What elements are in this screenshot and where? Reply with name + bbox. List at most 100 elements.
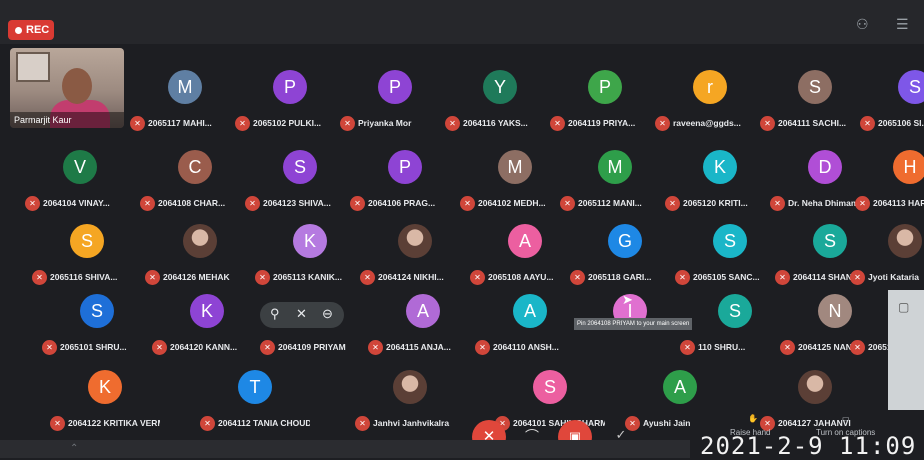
participant-avatar: K (703, 150, 737, 184)
participant-tile[interactable]: G ✕ 2065118 GARI... (570, 224, 682, 290)
participant-tile[interactable]: P ✕ 2064106 PRAG... (350, 150, 462, 216)
participant-avatar: P (273, 70, 307, 104)
participant-tile[interactable]: ✕ Janhvi Janhvikalra (355, 370, 467, 436)
window-icon[interactable]: ▢ (898, 300, 909, 314)
participant-avatar: H (893, 150, 924, 184)
participant-name: 2065117 MAHI... (148, 118, 212, 128)
participant-avatar: C (178, 150, 212, 184)
participant-tile[interactable]: ✕ Jyoti Kataria (850, 224, 924, 290)
participant-tile[interactable]: C ✕ 2064108 CHAR... (140, 150, 252, 216)
participant-tile[interactable]: A ✕ Ayushi Jain (625, 370, 737, 436)
participant-name: 2064112 TANIA CHOUDHA... (218, 418, 310, 428)
participant-tile[interactable]: S ✕ 2064111 SACHI... (760, 70, 872, 136)
participant-tile[interactable]: K ✕ 2065120 KRITI... (665, 150, 777, 216)
participant-tile[interactable]: V ✕ 2064104 VINAY... (25, 150, 137, 216)
muted-mic-icon: ✕ (760, 116, 775, 131)
participant-tile[interactable]: T ✕2064112 TANIA CHOUDHA... (200, 370, 312, 436)
participant-tile[interactable]: Y ✕ 2064116 YAKS... (445, 70, 557, 136)
participant-tile[interactable]: ✕ 2064126 MEHAK (145, 224, 257, 290)
participant-avatar: Y (483, 70, 517, 104)
participant-avatar: M (168, 70, 202, 104)
muted-mic-icon: ✕ (235, 116, 250, 131)
participant-tile[interactable]: K ✕ 2065113 KANIK... (255, 224, 367, 290)
mic-off-icon[interactable]: ✕ (296, 306, 307, 322)
participant-avatar: K (88, 370, 122, 404)
meeting-details-icon[interactable]: ⌃ (70, 443, 78, 454)
participant-name: 2064113 HAR... (873, 198, 924, 208)
muted-mic-icon: ✕ (860, 116, 875, 131)
muted-mic-icon: ✕ (475, 340, 490, 355)
participant-tile[interactable]: S ✕ 2065101 SHRU... (42, 294, 154, 360)
participant-tile[interactable]: S ✕ 2065105 SANC... (675, 224, 787, 290)
muted-mic-icon: ✕ (550, 116, 565, 131)
muted-mic-icon: ✕ (25, 196, 40, 211)
self-view: Parmarjit Kaur (10, 48, 124, 128)
participant-name: 2065113 KANIK... (273, 272, 342, 282)
muted-mic-icon: ✕ (50, 416, 65, 431)
participant-tile[interactable]: A ✕ 2065108 AAYU... (470, 224, 582, 290)
people-icon[interactable]: ⚇ (856, 16, 869, 33)
participant-tile[interactable]: S ✕ 110 SHRU... (680, 294, 792, 360)
participant-tile[interactable]: A ✕ 2064110 ANSH... (475, 294, 587, 360)
muted-mic-icon: ✕ (680, 340, 695, 355)
participant-name: 2064102 MEDH... (478, 198, 546, 208)
side-panel: ▢ (888, 290, 924, 410)
muted-mic-icon: ✕ (255, 270, 270, 285)
participant-tile[interactable]: ✕ 2064124 NIKHI... (360, 224, 472, 290)
muted-mic-icon: ✕ (560, 196, 575, 211)
participant-tile[interactable]: A ✕ 2064115 ANJA... (368, 294, 480, 360)
participant-name: Priyanka Mor (358, 118, 412, 128)
participant-name: 2064124 NIKHI... (378, 272, 444, 282)
participant-tile[interactable]: K ✕ 2064120 KANN... (152, 294, 264, 360)
self-head (62, 68, 92, 104)
participant-name: 2065108 AAYU... (488, 272, 554, 282)
pin-controls: ⚲ ✕ ⊖ (260, 302, 344, 328)
participant-avatar: S (718, 294, 752, 328)
muted-mic-icon: ✕ (200, 416, 215, 431)
participant-avatar: K (293, 224, 327, 258)
participant-name: 2064120 KANN... (170, 342, 238, 352)
participant-avatar: M (598, 150, 632, 184)
participant-tile[interactable]: r ✕ raveena@ggds... (655, 70, 767, 136)
participant-tile[interactable]: ✕ 2064127 JAHANVI (760, 370, 872, 436)
chat-icon[interactable]: ☰ (896, 16, 909, 33)
participant-photo (398, 224, 432, 258)
remove-icon[interactable]: ⊖ (322, 306, 333, 322)
muted-mic-icon: ✕ (360, 270, 375, 285)
participant-tile[interactable]: S ✕ 2065116 SHIVA... (32, 224, 144, 290)
participant-tile[interactable]: P ✕ 2064119 PRIYA... (550, 70, 662, 136)
muted-mic-icon: ✕ (140, 196, 155, 211)
participant-name: 2065102 PULKI... (253, 118, 322, 128)
participant-name: 2064111 SACHI... (778, 118, 847, 128)
participant-tile[interactable]: P ✕ 2065102 PULKI... (235, 70, 347, 136)
participant-tile[interactable]: S ✕ 2064123 SHIVA... (245, 150, 357, 216)
muted-mic-icon: ✕ (32, 270, 47, 285)
pin-icon[interactable]: ⚲ (270, 306, 280, 322)
participant-tile[interactable]: M ✕ 2064102 MEDH... (460, 150, 572, 216)
participant-name: Janhvi Janhvikalra (373, 418, 450, 428)
participant-name: 2064104 VINAY... (43, 198, 110, 208)
participant-tile[interactable]: K ✕2064122 KRITIKA VERMA (50, 370, 162, 436)
participant-name: 2065101 SHRU... (60, 342, 127, 352)
participant-avatar: r (693, 70, 727, 104)
participant-tile[interactable]: S ✕ 2065106 SI... (860, 70, 924, 136)
participant-tile[interactable]: H ✕2064113 HAR... (855, 150, 924, 216)
participant-avatar: M (498, 150, 532, 184)
participant-name: 2064123 SHIVA... (263, 198, 331, 208)
participant-tile[interactable]: M ✕ 2065117 MAHI... (130, 70, 242, 136)
participant-name: 2064127 JAHANVI (778, 418, 851, 428)
muted-mic-icon: ✕ (675, 270, 690, 285)
participant-avatar: D (808, 150, 842, 184)
participant-tile[interactable]: S ✕ 2064101 SAHIL SHARMA (495, 370, 607, 436)
muted-mic-icon: ✕ (350, 196, 365, 211)
record-dot-icon (15, 26, 22, 34)
muted-mic-icon: ✕ (665, 196, 680, 211)
raise-hand-icon[interactable]: ✋ (748, 414, 758, 423)
mouse-cursor-icon: ➤ (622, 292, 633, 307)
captions-icon[interactable]: ▭ (842, 414, 850, 423)
participant-tile[interactable]: M ✕ 2065112 MANI... (560, 150, 672, 216)
participant-name: 2064106 PRAG... (368, 198, 436, 208)
participant-name: 2064116 YAKS... (463, 118, 528, 128)
muted-mic-icon: ✕ (152, 340, 167, 355)
participant-tile[interactable]: P ✕ Priyanka Mor (340, 70, 452, 136)
